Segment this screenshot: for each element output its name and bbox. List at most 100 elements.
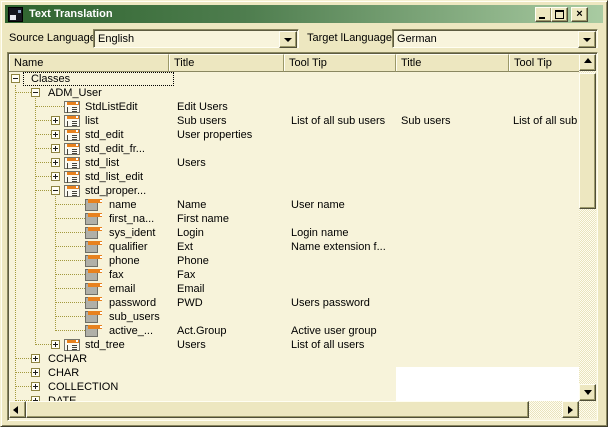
tree-item-label: sub_users xyxy=(109,310,160,324)
cell-title: Login xyxy=(177,226,204,240)
dropdown-arrow-icon xyxy=(583,38,591,42)
scroll-right-icon xyxy=(568,406,573,414)
title-bar[interactable]: Text Translation × xyxy=(5,5,603,23)
form-icon xyxy=(64,339,80,351)
source-language-value: English xyxy=(98,32,134,46)
field-icon xyxy=(85,297,103,309)
expand-toggle-icon[interactable] xyxy=(51,158,60,167)
tree-guide-stub xyxy=(56,288,85,289)
tree-row-stdlistedit[interactable]: StdListEdit Edit Users xyxy=(9,100,579,114)
field-icon xyxy=(85,283,103,295)
scroll-right-button[interactable] xyxy=(562,401,579,418)
tree-row-collection[interactable]: COLLECTION xyxy=(9,380,579,394)
tree-guide-stub xyxy=(56,330,85,331)
source-dropdown-button[interactable] xyxy=(279,31,297,48)
tree-row-password[interactable]: passwordPWDUsers password xyxy=(9,296,579,310)
tree-row-std-tree[interactable]: std_treeUsersList of all users xyxy=(9,338,579,352)
cell-title: Edit Users xyxy=(177,100,228,114)
collapse-toggle-icon[interactable] xyxy=(51,186,60,195)
cell-tip: Active user group xyxy=(291,324,377,338)
tree-row-first-na-[interactable]: first_na...First name xyxy=(9,212,579,226)
tree-guide-stub xyxy=(56,218,85,219)
tree-item-label: StdListEdit xyxy=(85,100,138,114)
tree-row-std-edit[interactable]: std_editUser properties xyxy=(9,128,579,142)
tree-row-std-list-edit[interactable]: std_list_edit xyxy=(9,170,579,184)
tree-row-adm-user[interactable]: ADM_User xyxy=(9,86,579,100)
tree-row-sub-users[interactable]: sub_users xyxy=(9,310,579,324)
scroll-down-button[interactable] xyxy=(579,384,596,401)
text-translation-window: Text Translation × Source Language Engli… xyxy=(0,0,608,427)
tree-row-name[interactable]: nameNameUser name xyxy=(9,198,579,212)
tree-guide-stub xyxy=(56,260,85,261)
maximize-button[interactable] xyxy=(551,7,568,22)
tree-row-std-edit-fr-[interactable]: std_edit_fr... xyxy=(9,142,579,156)
expand-toggle-icon[interactable] xyxy=(51,144,60,153)
expand-toggle-icon[interactable] xyxy=(51,172,60,181)
tree-item-label: Classes xyxy=(31,72,70,86)
form-icon xyxy=(64,101,80,113)
cell-title: Email xyxy=(177,282,205,296)
column-header-name[interactable]: Name xyxy=(9,54,169,72)
vertical-scroll-thumb[interactable] xyxy=(579,73,596,209)
cell-tip: List of all users xyxy=(291,338,364,352)
tree-row-email[interactable]: emailEmail xyxy=(9,282,579,296)
tree-row-std-list[interactable]: std_listUsers xyxy=(9,156,579,170)
target-language-value: German xyxy=(397,32,437,46)
target-dropdown-button[interactable] xyxy=(578,31,596,48)
tree-row-active-[interactable]: active_...Act.GroupActive user group xyxy=(9,324,579,338)
tree-item-label: password xyxy=(109,296,156,310)
vertical-scrollbar[interactable] xyxy=(579,54,596,401)
tree-row-date[interactable]: DATE xyxy=(9,394,579,401)
tree-item-label: active_... xyxy=(109,324,153,338)
scroll-down-icon xyxy=(584,390,592,395)
tree-guide-stub xyxy=(56,246,85,247)
scrollbar-corner xyxy=(579,401,596,418)
tree-row-classes[interactable]: Classes xyxy=(9,72,579,86)
tree-guide-stub xyxy=(56,316,85,317)
horizontal-scrollbar[interactable] xyxy=(9,401,579,418)
expand-toggle-icon[interactable] xyxy=(31,382,40,391)
form-icon xyxy=(64,185,80,197)
dropdown-arrow-icon xyxy=(284,38,292,42)
tree-row-phone[interactable]: phonePhone xyxy=(9,254,579,268)
collapse-toggle-icon[interactable] xyxy=(31,88,40,97)
expand-toggle-icon[interactable] xyxy=(51,130,60,139)
form-icon xyxy=(64,129,80,141)
horizontal-scroll-thumb[interactable] xyxy=(26,401,529,418)
field-icon xyxy=(85,213,103,225)
column-header-title[interactable]: Title xyxy=(169,54,284,72)
collapse-toggle-icon[interactable] xyxy=(11,74,20,83)
tree-row-std-proper-[interactable]: std_proper... xyxy=(9,184,579,198)
column-header-tooltip2[interactable]: Tool Tip xyxy=(509,54,580,72)
table-header: Name Title Tool Tip Title Tool Tip xyxy=(9,54,579,72)
tree-item-label: list xyxy=(85,114,98,128)
target-language-select[interactable]: German xyxy=(392,29,598,48)
expand-toggle-icon[interactable] xyxy=(51,116,60,125)
scroll-left-button[interactable] xyxy=(9,401,26,418)
tree-item-label: name xyxy=(109,198,137,212)
field-icon xyxy=(85,199,103,211)
tree-guide-stub xyxy=(16,92,31,93)
scroll-up-icon xyxy=(584,58,592,63)
window-icon[interactable] xyxy=(8,7,23,22)
cell-title: PWD xyxy=(177,296,203,310)
close-button[interactable]: × xyxy=(571,7,588,22)
minimize-button[interactable] xyxy=(535,7,552,22)
column-header-title2[interactable]: Title xyxy=(396,54,509,72)
tree-guide-stub xyxy=(56,274,85,275)
cell-title: Users xyxy=(177,338,206,352)
tree-guide-stub xyxy=(36,134,51,135)
tree-row-sys-ident[interactable]: sys_identLoginLogin name xyxy=(9,226,579,240)
tree-row-list[interactable]: listSub usersList of all sub usersSub us… xyxy=(9,114,579,128)
tree-row-cchar[interactable]: CCHAR xyxy=(9,352,579,366)
source-language-select[interactable]: English xyxy=(93,29,299,48)
expand-toggle-icon[interactable] xyxy=(51,340,60,349)
tree-row-qualifier[interactable]: qualifierExtName extension f... xyxy=(9,240,579,254)
expand-toggle-icon[interactable] xyxy=(31,368,40,377)
column-header-tooltip[interactable]: Tool Tip xyxy=(284,54,396,72)
tree-item-label: std_list xyxy=(85,156,119,170)
scroll-up-button[interactable] xyxy=(579,54,596,71)
expand-toggle-icon[interactable] xyxy=(31,354,40,363)
tree-row-char[interactable]: CHAR xyxy=(9,366,579,380)
tree-row-fax[interactable]: faxFax xyxy=(9,268,579,282)
